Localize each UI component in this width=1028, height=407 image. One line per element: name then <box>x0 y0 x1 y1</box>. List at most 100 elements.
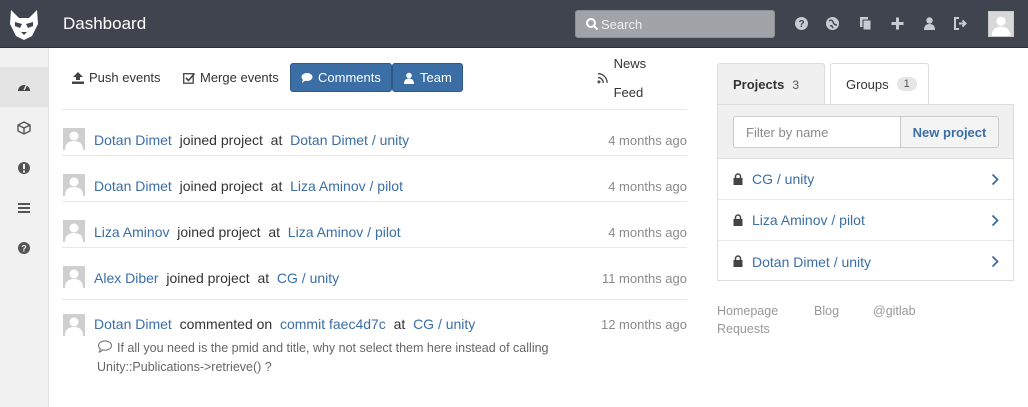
projects-count: 3 <box>792 77 799 92</box>
event-project-link[interactable]: CG / unity <box>413 316 475 332</box>
event-user-link[interactable]: Dotan Dimet <box>94 178 172 194</box>
avatar[interactable] <box>63 128 85 150</box>
dashboard-icon <box>18 84 30 91</box>
avatar[interactable] <box>63 314 85 336</box>
sidebar-item-dashboard[interactable] <box>0 67 48 107</box>
groups-count: 1 <box>896 77 917 91</box>
event-user-link[interactable]: Dotan Dimet <box>94 132 172 148</box>
event-time: 4 months ago <box>608 225 687 240</box>
project-group-tabs: Projects 3 Groups 1 <box>717 63 1014 105</box>
project-name: Liza Aminov / pilot <box>752 212 865 228</box>
sidebar-item-help[interactable]: ? <box>0 228 48 268</box>
event-at: at <box>257 270 270 286</box>
sign-out-icon[interactable] <box>953 16 968 31</box>
comments-filter[interactable]: Comments <box>290 63 392 92</box>
project-name: Dotan Dimet / unity <box>752 253 872 270</box>
search-box[interactable] <box>575 10 775 38</box>
question-icon: ? <box>18 242 30 254</box>
svg-text:?: ? <box>798 19 804 30</box>
comment-icon <box>301 72 313 83</box>
sidebar-item-merge-requests[interactable] <box>0 188 48 228</box>
rss-icon <box>597 72 608 83</box>
news-feed-label: News Feed <box>613 55 647 100</box>
comment-icon <box>97 340 113 354</box>
merge-events-label: Merge events <box>200 70 279 85</box>
push-events-filter[interactable]: Push events <box>62 63 171 92</box>
event-at: at <box>270 178 283 194</box>
search-icon <box>586 18 599 31</box>
user-icon <box>404 72 414 84</box>
avatar[interactable] <box>63 266 85 288</box>
event-time: 4 months ago <box>608 179 687 194</box>
team-label: Team <box>420 70 452 85</box>
event-user-link[interactable]: Dotan Dimet <box>94 316 172 332</box>
help-icon[interactable]: ? <box>794 16 809 31</box>
event-note-text: If all you need is the pmid and title, w… <box>97 341 549 374</box>
user-icon[interactable] <box>922 16 937 31</box>
filter-by-name-input[interactable] <box>733 116 901 148</box>
project-item[interactable]: CG / unity <box>718 159 1013 200</box>
footer-homepage-link[interactable]: Homepage <box>717 304 778 318</box>
event-filter-bar: Push events Merge events Comments Team N… <box>62 56 687 100</box>
event-action: commented on <box>179 316 273 332</box>
sidebar-item-projects[interactable] <box>0 108 48 148</box>
event-note: If all you need is the pmid and title, w… <box>97 339 597 377</box>
event-project-link[interactable]: Liza Aminov / pilot <box>288 224 401 240</box>
tab-groups[interactable]: Groups 1 <box>830 63 929 104</box>
event-text: Dotan Dimet commented on commit faec4d7c… <box>94 316 475 332</box>
event-commit-link[interactable]: commit faec4d7c <box>280 316 386 332</box>
event-user-link[interactable]: Liza Aminov <box>94 224 169 240</box>
copy-icon[interactable] <box>858 16 873 31</box>
new-project-button[interactable]: New project <box>900 116 999 148</box>
list-icon <box>18 203 30 213</box>
event-project-link[interactable]: Dotan Dimet / unity <box>290 132 409 148</box>
push-events-label: Push events <box>89 70 161 85</box>
avatar[interactable] <box>988 11 1014 37</box>
avatar[interactable] <box>63 174 85 196</box>
tab-projects-label: Projects <box>733 77 785 92</box>
sidebar: ? <box>0 48 49 407</box>
event-project-link[interactable]: CG / unity <box>277 270 339 286</box>
lock-icon <box>733 255 743 267</box>
event-text: Dotan Dimet joined project at Liza Amino… <box>94 178 403 194</box>
logo-icon[interactable] <box>0 0 48 48</box>
news-feed-link[interactable]: News Feed <box>587 56 687 100</box>
page-title: Dashboard <box>63 14 147 33</box>
upload-icon <box>72 71 84 84</box>
plus-icon[interactable] <box>890 16 905 31</box>
project-item[interactable]: Dotan Dimet / unity <box>718 241 1013 282</box>
chevron-right-icon <box>991 255 999 268</box>
event-time: 4 months ago <box>608 133 687 148</box>
project-item[interactable]: Liza Aminov / pilot <box>718 200 1013 241</box>
event-text: Liza Aminov joined project at Liza Amino… <box>94 224 401 240</box>
event-row: Dotan Dimet joined project at Dotan Dime… <box>62 110 687 156</box>
event-project-link[interactable]: Liza Aminov / pilot <box>290 178 403 194</box>
footer-gitlab-link[interactable]: @gitlab <box>873 304 916 318</box>
top-bar: Dashboard ? <box>0 0 1028 48</box>
team-filter[interactable]: Team <box>392 63 463 92</box>
event-row: Dotan Dimet joined project at Liza Amino… <box>62 156 687 202</box>
event-row: Liza Aminov joined project at Liza Amino… <box>62 202 687 248</box>
merge-events-filter[interactable]: Merge events <box>173 63 289 92</box>
event-row: Alex Diber joined project at CG / unity … <box>62 248 687 300</box>
footer-blog-link[interactable]: Blog <box>814 304 839 318</box>
check-square-icon <box>183 72 195 84</box>
tab-groups-label: Groups <box>846 76 889 92</box>
event-time: 11 months ago <box>601 271 687 286</box>
event-row: Dotan Dimet commented on commit faec4d7c… <box>62 300 687 390</box>
projects-panel: New project CG / unity Liza Aminov / pil… <box>717 104 1014 281</box>
sidebar-item-issues[interactable] <box>0 148 48 188</box>
event-at: at <box>270 132 283 148</box>
event-at: at <box>393 316 406 332</box>
svg-text:?: ? <box>21 244 27 254</box>
avatar[interactable] <box>63 220 85 242</box>
event-user-link[interactable]: Alex Diber <box>94 270 159 286</box>
footer-requests-link[interactable]: Requests <box>717 322 770 336</box>
globe-icon[interactable] <box>825 16 840 31</box>
event-action: joined project <box>179 178 263 194</box>
panel-toolbar: New project <box>718 105 1013 159</box>
event-action: joined project <box>166 270 250 286</box>
tab-projects[interactable]: Projects 3 <box>717 63 825 105</box>
search-input[interactable] <box>601 15 771 33</box>
lock-icon <box>733 173 743 185</box>
